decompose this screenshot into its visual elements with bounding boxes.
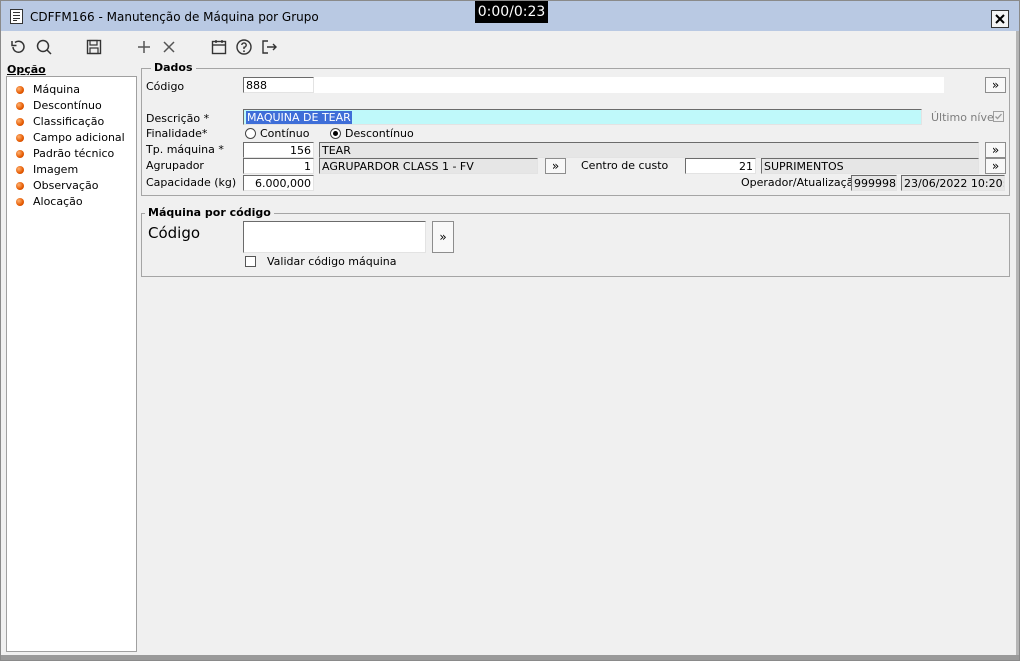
app-window: CDFFM166 - Manutenção de Máquina por Gru…: [0, 0, 1020, 661]
operador-value: 999998: [851, 175, 897, 191]
bullet-icon: [16, 150, 24, 158]
dados-title: Dados: [151, 61, 196, 74]
maquina-codigo-label: Código: [148, 224, 201, 242]
capacidade-input[interactable]: 6.000,000: [243, 175, 314, 191]
close-icon: [995, 14, 1005, 24]
maquina-codigo-input[interactable]: [243, 221, 426, 253]
sidebar-item-alocacao[interactable]: Alocação: [7, 194, 136, 210]
bullet-icon: [16, 182, 24, 190]
bullet-icon: [16, 134, 24, 142]
codigo-description: [314, 77, 944, 93]
sidebar-item-imagem[interactable]: Imagem: [7, 162, 136, 178]
operador-label: Operador/Atualização: [741, 176, 861, 189]
video-timer: 0:00/0:23: [475, 1, 548, 23]
agrupador-label: Agrupador: [146, 159, 204, 172]
delete-icon[interactable]: [160, 38, 178, 56]
descricao-input[interactable]: MAQUINA DE TEAR: [243, 109, 922, 125]
descricao-label: Descrição *: [146, 112, 210, 125]
undo-icon[interactable]: [9, 38, 27, 56]
agrupador-code-input[interactable]: 1: [243, 158, 314, 174]
maquina-codigo-lookup-button[interactable]: »: [432, 221, 454, 253]
validar-codigo-label: Validar código máquina: [267, 255, 397, 268]
codigo-lookup-button[interactable]: »: [985, 77, 1006, 93]
agrupador-description: AGRUPARDOR CLASS 1 - FV: [319, 158, 538, 174]
bullet-icon: [16, 86, 24, 94]
sidebar-item-padrao-tecnico[interactable]: Padrão técnico: [7, 146, 136, 162]
validar-codigo-checkbox[interactable]: [245, 256, 256, 267]
finalidade-descontinuo-radio[interactable]: [330, 128, 341, 139]
window-bottom-edge: [1, 655, 1019, 660]
centro-custo-description: SUPRIMENTOS: [761, 158, 979, 174]
tp-maquina-label: Tp. máquina *: [146, 143, 224, 156]
sidebar-item-descontinuo[interactable]: Descontínuo: [7, 98, 136, 114]
finalidade-descontinuo-label: Descontínuo: [345, 127, 414, 140]
sidebar-item-maquina[interactable]: Máquina: [7, 82, 136, 98]
bullet-icon: [16, 166, 24, 174]
sidebar: Máquina Descontínuo Classificação Campo …: [6, 76, 137, 652]
atualizacao-value: 23/06/2022 10:20:36: [901, 175, 1005, 191]
finalidade-label: Finalidade*: [146, 127, 208, 140]
finalidade-continuo-label: Contínuo: [260, 127, 310, 140]
bullet-icon: [16, 118, 24, 126]
codigo-label: Código: [146, 80, 185, 93]
window-title: CDFFM166 - Manutenção de Máquina por Gru…: [30, 10, 319, 24]
search-icon[interactable]: [35, 38, 53, 56]
centro-custo-code-input[interactable]: 21: [685, 158, 756, 174]
sidebar-item-campo-adicional[interactable]: Campo adicional: [7, 130, 136, 146]
centro-custo-lookup-button[interactable]: »: [985, 158, 1006, 174]
calendar-icon[interactable]: [210, 38, 228, 56]
help-icon[interactable]: [235, 38, 253, 56]
finalidade-continuo-radio[interactable]: [245, 128, 256, 139]
window-right-edge: [1016, 31, 1019, 655]
tp-maquina-lookup-button[interactable]: »: [985, 142, 1006, 158]
bullet-icon: [16, 198, 24, 206]
centro-custo-label: Centro de custo: [581, 159, 669, 172]
sidebar-item-observacao[interactable]: Observação: [7, 178, 136, 194]
sidebar-item-classificacao[interactable]: Classificação: [7, 114, 136, 130]
add-icon[interactable]: [135, 38, 153, 56]
codigo-input[interactable]: 888: [243, 77, 314, 93]
bullet-icon: [16, 102, 24, 110]
ultimo-nivel-checkbox: [993, 111, 1004, 122]
tp-maquina-description: TEAR: [319, 142, 979, 158]
tp-maquina-code-input[interactable]: 156: [243, 142, 314, 158]
toolbar: [1, 31, 1019, 61]
ultimo-nivel-label: Último nível: [931, 111, 997, 124]
sidebar-heading: Opção: [7, 63, 46, 76]
save-icon[interactable]: [85, 38, 103, 56]
exit-icon[interactable]: [260, 38, 278, 56]
close-button[interactable]: [991, 10, 1009, 28]
agrupador-lookup-button[interactable]: »: [545, 158, 566, 174]
capacidade-label: Capacidade (kg): [146, 176, 237, 189]
document-icon: [10, 9, 23, 24]
checkmark-icon: [995, 113, 1002, 120]
maquina-por-codigo-title: Máquina por código: [145, 206, 274, 219]
